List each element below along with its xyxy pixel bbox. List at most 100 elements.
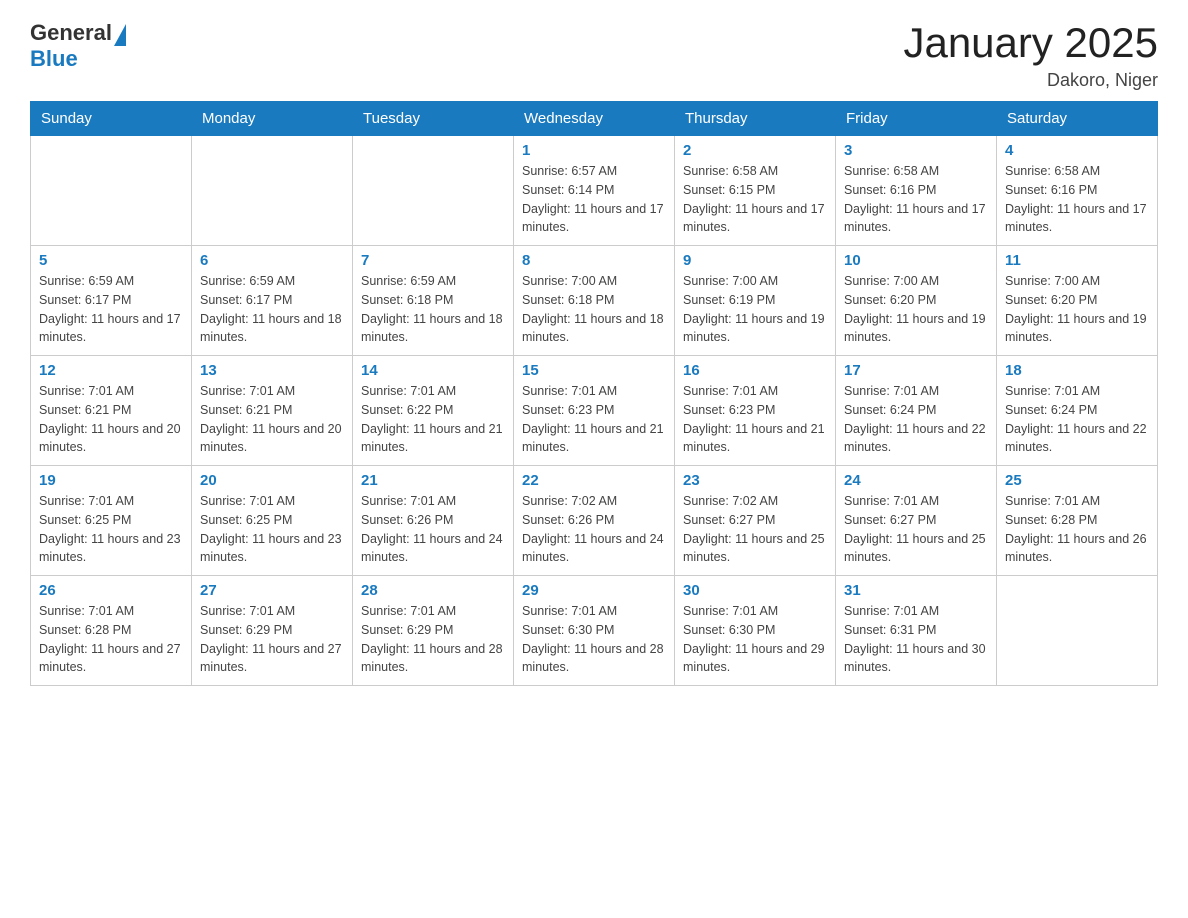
calendar-cell: 27 Sunrise: 7:01 AMSunset: 6:29 PMDayligh… (192, 576, 353, 686)
day-info: Sunrise: 7:01 AMSunset: 6:30 PMDaylight:… (522, 602, 666, 677)
day-number: 31 (844, 582, 988, 599)
calendar-cell: 10Sunrise: 7:00 AMSunset: 6:20 PMDayligh… (836, 246, 997, 356)
calendar-cell: 6 Sunrise: 6:59 AMSunset: 6:17 PMDaylight… (192, 246, 353, 356)
calendar-cell: 23 Sunrise: 7:02 AMSunset: 6:27 PMDayligh… (675, 466, 836, 576)
calendar-cell: 12 Sunrise: 7:01 AMSunset: 6:21 PMDayligh… (31, 356, 192, 466)
calendar-header-row: SundayMondayTuesdayWednesdayThursdayFrid… (31, 102, 1158, 136)
calendar-cell (31, 136, 192, 246)
day-number: 22 (522, 472, 666, 489)
day-number: 19 (39, 472, 183, 489)
calendar-cell: 5 Sunrise: 6:59 AMSunset: 6:17 PMDaylight… (31, 246, 192, 356)
day-info: Sunrise: 7:02 AMSunset: 6:26 PMDaylight:… (522, 492, 666, 567)
day-number: 1 (522, 142, 666, 159)
day-info: Sunrise: 7:01 AMSunset: 6:29 PMDaylight:… (200, 602, 344, 677)
calendar-cell: 1 Sunrise: 6:57 AMSunset: 6:14 PMDaylight… (514, 136, 675, 246)
day-number: 12 (39, 362, 183, 379)
day-number: 16 (683, 362, 827, 379)
calendar-cell: 8Sunrise: 7:00 AMSunset: 6:18 PMDaylight… (514, 246, 675, 356)
column-header-tuesday: Tuesday (353, 102, 514, 136)
calendar-cell (997, 576, 1158, 686)
calendar-cell: 17 Sunrise: 7:01 AMSunset: 6:24 PMDayligh… (836, 356, 997, 466)
calendar-cell: 9 Sunrise: 7:00 AMSunset: 6:19 PMDaylight… (675, 246, 836, 356)
day-info: Sunrise: 6:59 AMSunset: 6:18 PMDaylight:… (361, 272, 505, 347)
page-header: General Blue January 2025 Dakoro, Niger (30, 20, 1158, 91)
calendar-cell: 19Sunrise: 7:01 AMSunset: 6:25 PMDayligh… (31, 466, 192, 576)
week-row-2: 5 Sunrise: 6:59 AMSunset: 6:17 PMDaylight… (31, 246, 1158, 356)
day-info: Sunrise: 7:00 AMSunset: 6:20 PMDaylight:… (1005, 272, 1149, 347)
day-info: Sunrise: 7:01 AMSunset: 6:23 PMDaylight:… (522, 382, 666, 457)
day-number: 20 (200, 472, 344, 489)
day-number: 29 (522, 582, 666, 599)
calendar-cell: 25Sunrise: 7:01 AMSunset: 6:28 PMDayligh… (997, 466, 1158, 576)
day-number: 9 (683, 252, 827, 269)
day-number: 27 (200, 582, 344, 599)
day-info: Sunrise: 7:01 AMSunset: 6:21 PMDaylight:… (39, 382, 183, 457)
day-number: 6 (200, 252, 344, 269)
calendar-cell: 11Sunrise: 7:00 AMSunset: 6:20 PMDayligh… (997, 246, 1158, 356)
day-info: Sunrise: 7:01 AMSunset: 6:28 PMDaylight:… (39, 602, 183, 677)
day-number: 5 (39, 252, 183, 269)
calendar-cell: 31 Sunrise: 7:01 AMSunset: 6:31 PMDayligh… (836, 576, 997, 686)
calendar-cell (192, 136, 353, 246)
day-number: 4 (1005, 142, 1149, 159)
day-info: Sunrise: 6:59 AMSunset: 6:17 PMDaylight:… (200, 272, 344, 347)
week-row-5: 26Sunrise: 7:01 AMSunset: 6:28 PMDayligh… (31, 576, 1158, 686)
day-info: Sunrise: 7:01 AMSunset: 6:30 PMDaylight:… (683, 602, 827, 677)
calendar-cell (353, 136, 514, 246)
day-number: 17 (844, 362, 988, 379)
day-info: Sunrise: 7:00 AMSunset: 6:20 PMDaylight:… (844, 272, 988, 347)
day-number: 7 (361, 252, 505, 269)
calendar-cell: 15 Sunrise: 7:01 AMSunset: 6:23 PMDayligh… (514, 356, 675, 466)
day-number: 28 (361, 582, 505, 599)
day-info: Sunrise: 6:59 AMSunset: 6:17 PMDaylight:… (39, 272, 183, 347)
day-info: Sunrise: 7:01 AMSunset: 6:31 PMDaylight:… (844, 602, 988, 677)
day-info: Sunrise: 7:00 AMSunset: 6:19 PMDaylight:… (683, 272, 827, 347)
calendar-cell: 16Sunrise: 7:01 AMSunset: 6:23 PMDayligh… (675, 356, 836, 466)
calendar-table: SundayMondayTuesdayWednesdayThursdayFrid… (30, 101, 1158, 686)
day-info: Sunrise: 6:58 AMSunset: 6:16 PMDaylight:… (1005, 162, 1149, 237)
calendar-cell: 29 Sunrise: 7:01 AMSunset: 6:30 PMDayligh… (514, 576, 675, 686)
calendar-cell: 21 Sunrise: 7:01 AMSunset: 6:26 PMDayligh… (353, 466, 514, 576)
calendar-cell: 13 Sunrise: 7:01 AMSunset: 6:21 PMDayligh… (192, 356, 353, 466)
calendar-cell: 4 Sunrise: 6:58 AMSunset: 6:16 PMDaylight… (997, 136, 1158, 246)
calendar-subtitle: Dakoro, Niger (903, 70, 1158, 91)
calendar-cell: 3Sunrise: 6:58 AMSunset: 6:16 PMDaylight… (836, 136, 997, 246)
calendar-cell: 24Sunrise: 7:01 AMSunset: 6:27 PMDayligh… (836, 466, 997, 576)
calendar-cell: 20Sunrise: 7:01 AMSunset: 6:25 PMDayligh… (192, 466, 353, 576)
day-info: Sunrise: 6:57 AMSunset: 6:14 PMDaylight:… (522, 162, 666, 237)
day-info: Sunrise: 7:01 AMSunset: 6:24 PMDaylight:… (844, 382, 988, 457)
day-info: Sunrise: 7:01 AMSunset: 6:28 PMDaylight:… (1005, 492, 1149, 567)
day-info: Sunrise: 7:01 AMSunset: 6:26 PMDaylight:… (361, 492, 505, 567)
day-info: Sunrise: 7:01 AMSunset: 6:22 PMDaylight:… (361, 382, 505, 457)
column-header-friday: Friday (836, 102, 997, 136)
day-number: 24 (844, 472, 988, 489)
column-header-saturday: Saturday (997, 102, 1158, 136)
day-number: 23 (683, 472, 827, 489)
day-number: 18 (1005, 362, 1149, 379)
day-number: 13 (200, 362, 344, 379)
calendar-cell: 28 Sunrise: 7:01 AMSunset: 6:29 PMDayligh… (353, 576, 514, 686)
logo-triangle-icon (114, 24, 126, 46)
day-number: 30 (683, 582, 827, 599)
calendar-cell: 22 Sunrise: 7:02 AMSunset: 6:26 PMDayligh… (514, 466, 675, 576)
day-number: 21 (361, 472, 505, 489)
day-info: Sunrise: 7:02 AMSunset: 6:27 PMDaylight:… (683, 492, 827, 567)
calendar-title: January 2025 (903, 20, 1158, 66)
column-header-sunday: Sunday (31, 102, 192, 136)
calendar-cell: 14Sunrise: 7:01 AMSunset: 6:22 PMDayligh… (353, 356, 514, 466)
calendar-cell: 2 Sunrise: 6:58 AMSunset: 6:15 PMDaylight… (675, 136, 836, 246)
day-info: Sunrise: 7:00 AMSunset: 6:18 PMDaylight:… (522, 272, 666, 347)
calendar-cell: 26Sunrise: 7:01 AMSunset: 6:28 PMDayligh… (31, 576, 192, 686)
day-info: Sunrise: 6:58 AMSunset: 6:16 PMDaylight:… (844, 162, 988, 237)
calendar-cell: 30 Sunrise: 7:01 AMSunset: 6:30 PMDayligh… (675, 576, 836, 686)
column-header-monday: Monday (192, 102, 353, 136)
calendar-cell: 7 Sunrise: 6:59 AMSunset: 6:18 PMDaylight… (353, 246, 514, 356)
day-info: Sunrise: 7:01 AMSunset: 6:21 PMDaylight:… (200, 382, 344, 457)
day-number: 15 (522, 362, 666, 379)
day-info: Sunrise: 7:01 AMSunset: 6:29 PMDaylight:… (361, 602, 505, 677)
calendar-cell: 18Sunrise: 7:01 AMSunset: 6:24 PMDayligh… (997, 356, 1158, 466)
day-number: 2 (683, 142, 827, 159)
logo-general-text: General (30, 20, 112, 46)
week-row-4: 19Sunrise: 7:01 AMSunset: 6:25 PMDayligh… (31, 466, 1158, 576)
day-info: Sunrise: 6:58 AMSunset: 6:15 PMDaylight:… (683, 162, 827, 237)
